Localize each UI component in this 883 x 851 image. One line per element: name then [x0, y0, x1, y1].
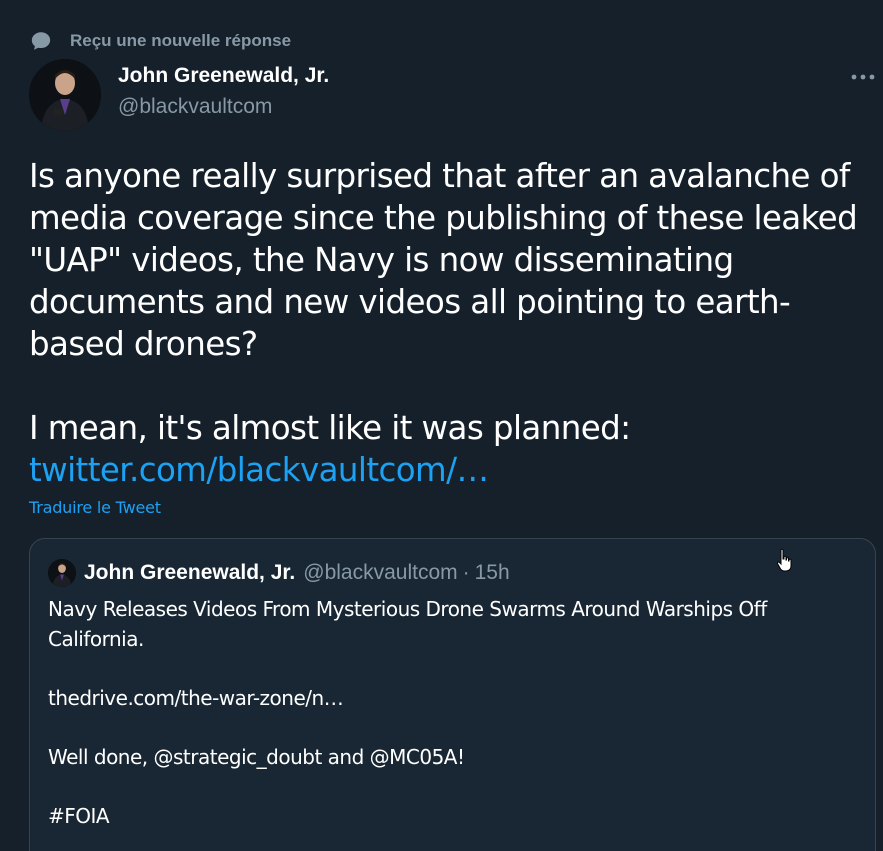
hand-cursor-icon	[776, 548, 792, 572]
reply-context: Reçu une nouvelle réponse	[30, 28, 291, 54]
avatar[interactable]	[29, 59, 101, 131]
author-handle[interactable]: @blackvaultcom	[118, 95, 272, 119]
quoted-tweet-text: Navy Releases Videos From Mysterious Dro…	[48, 595, 848, 831]
quoted-timestamp: 15h	[474, 561, 510, 584]
more-horizontal-icon	[851, 74, 875, 80]
quoted-line: Well done, @strategic_doubt and @MC05A!	[48, 744, 465, 769]
tweet-text: Is anyone really surprised that after an…	[29, 155, 874, 491]
quoted-tweet-card[interactable]: John Greenewald, Jr. @blackvaultcom · 15…	[29, 538, 876, 851]
tweet-link[interactable]: twitter.com/blackvaultcom/…	[29, 451, 489, 489]
quoted-author-handle: @blackvaultcom	[303, 561, 458, 584]
translate-tweet-link[interactable]: Traduire le Tweet	[29, 498, 161, 517]
quoted-separator: ·	[462, 561, 470, 584]
speech-bubble-icon	[31, 32, 51, 50]
reply-context-text: Reçu une nouvelle réponse	[70, 31, 292, 50]
more-options-button[interactable]	[848, 66, 878, 88]
quoted-avatar	[48, 559, 76, 587]
author-name[interactable]: John Greenewald, Jr.	[118, 64, 329, 88]
quoted-author-name: John Greenewald, Jr.	[84, 561, 296, 584]
tweet-paragraph: Is anyone really surprised that after an…	[29, 157, 858, 363]
quoted-hashtag: #FOIA	[48, 803, 110, 828]
quoted-line: Navy Releases Videos From Mysterious Dro…	[48, 597, 767, 651]
quoted-tweet-header: John Greenewald, Jr. @blackvaultcom · 15…	[48, 559, 510, 587]
tweet-view: Reçu une nouvelle réponse John Greenewal…	[0, 0, 883, 851]
tweet-paragraph: I mean, it's almost like it was planned:	[29, 409, 631, 447]
quoted-link: thedrive.com/the-war-zone/n…	[48, 685, 344, 710]
avatar-photo	[29, 59, 101, 131]
avatar-photo	[48, 559, 76, 587]
